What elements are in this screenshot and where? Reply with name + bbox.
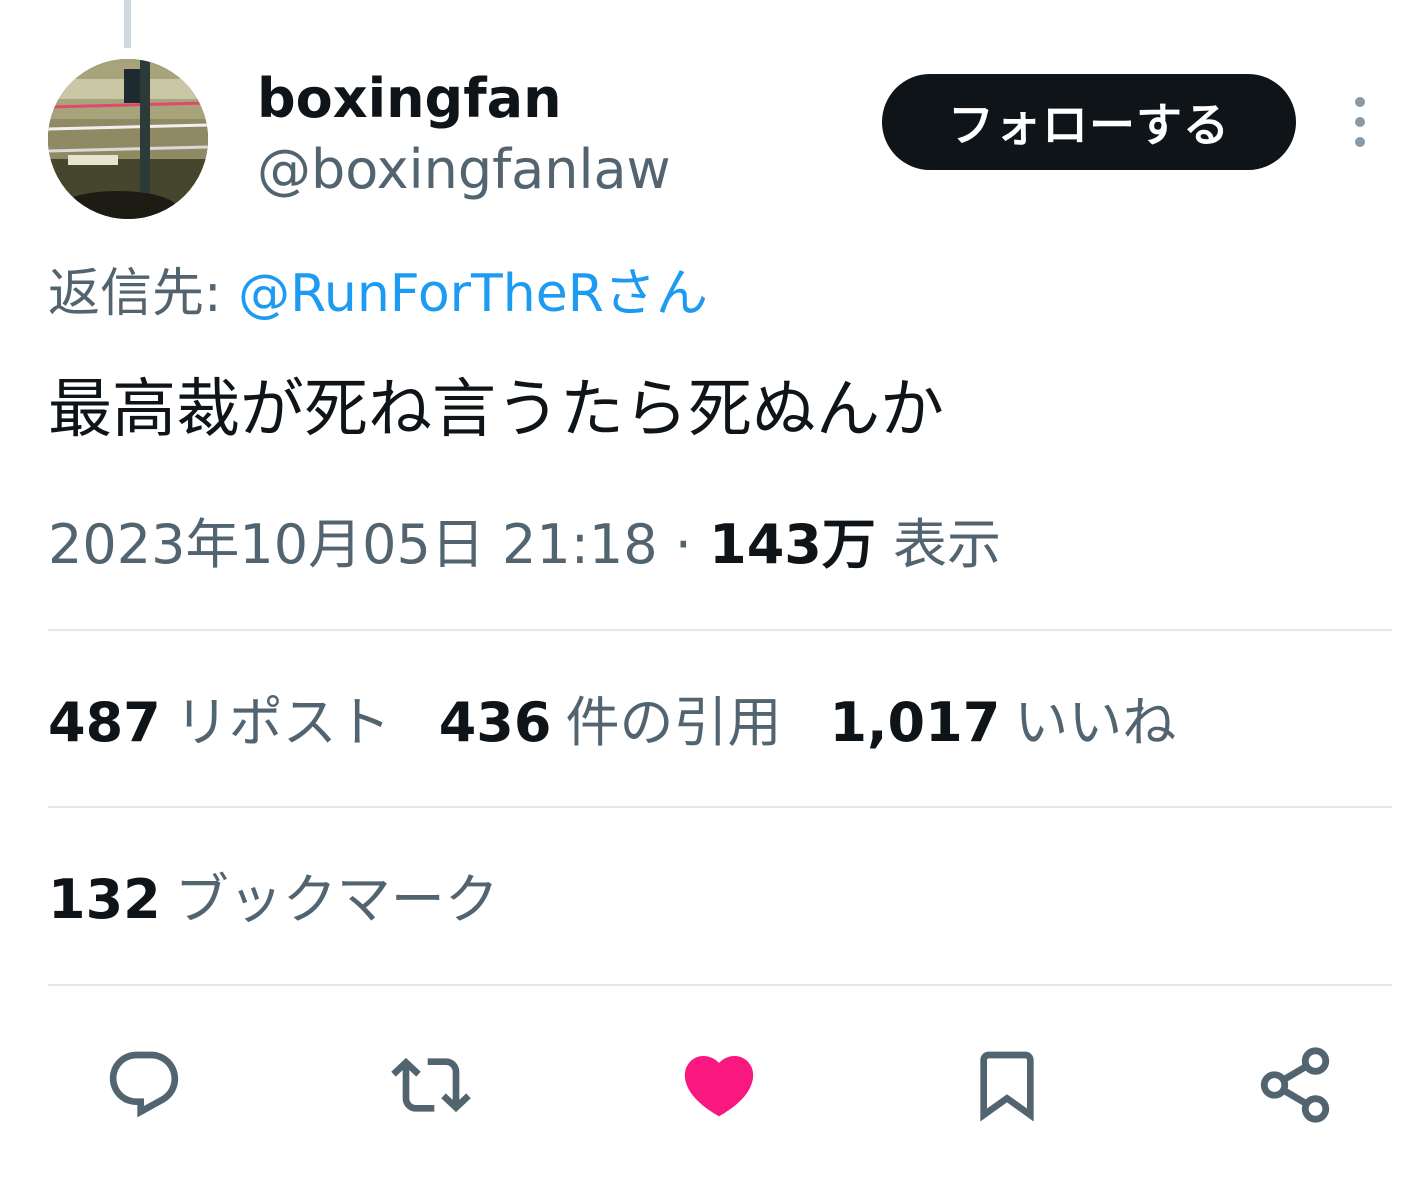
tweet-timestamp[interactable]: 2023年10月05日 21:18 bbox=[48, 513, 658, 576]
avatar[interactable] bbox=[48, 59, 208, 219]
views-label: 表示 bbox=[893, 513, 1002, 576]
reply-icon bbox=[109, 1051, 179, 1118]
quotes-stat[interactable]: 436 件の引用 bbox=[439, 690, 782, 756]
quotes-count: 436 bbox=[438, 691, 552, 754]
repost-button[interactable] bbox=[386, 1040, 476, 1130]
views-count: 143万 bbox=[709, 513, 876, 576]
share-icon bbox=[1260, 1047, 1330, 1123]
bookmark-icon bbox=[980, 1051, 1034, 1122]
more-vertical-icon[interactable] bbox=[1340, 96, 1380, 150]
bookmarks-label: ブックマーク bbox=[174, 868, 499, 931]
reply-button[interactable] bbox=[99, 1040, 189, 1130]
author-handle[interactable]: @boxingfanlaw bbox=[257, 138, 671, 202]
reposts-count: 487 bbox=[48, 691, 161, 754]
author-display-name[interactable]: boxingfan bbox=[257, 66, 562, 132]
engagement-stats: 487 リポスト 436 件の引用 1,017 いいね bbox=[48, 690, 1224, 756]
boxing-ring-avatar-icon bbox=[48, 59, 208, 219]
likes-stat[interactable]: 1,017 いいね bbox=[829, 690, 1176, 756]
follow-button[interactable]: フォローする bbox=[882, 74, 1296, 170]
likes-count: 1,017 bbox=[829, 691, 1001, 754]
likes-label: いいね bbox=[1014, 691, 1177, 754]
reply-to-line: 返信先: @RunForTheRさん bbox=[48, 262, 708, 326]
reply-to-mention-link[interactable]: @RunForTheRさん bbox=[238, 264, 708, 324]
repost-icon bbox=[391, 1057, 471, 1113]
like-icon bbox=[684, 1055, 754, 1117]
quotes-label: 件の引用 bbox=[565, 691, 782, 754]
bookmarks-count: 132 bbox=[48, 868, 161, 931]
divider bbox=[48, 629, 1392, 631]
bookmarks-stat[interactable]: 132 ブックマーク bbox=[48, 867, 499, 933]
divider bbox=[48, 984, 1392, 986]
bookmark-button[interactable] bbox=[962, 1040, 1052, 1130]
share-button[interactable] bbox=[1250, 1040, 1340, 1130]
meta-separator: · bbox=[657, 513, 710, 576]
reposts-stat[interactable]: 487 リポスト bbox=[48, 690, 391, 756]
thread-connector-line bbox=[124, 0, 131, 48]
tweet-text: 最高裁が死ね言うたら死ぬんか bbox=[48, 373, 944, 447]
reply-to-prefix: 返信先: bbox=[48, 264, 239, 324]
tweet-meta: 2023年10月05日 21:18 · 143万 表示 bbox=[48, 512, 1001, 578]
like-button[interactable] bbox=[674, 1040, 764, 1130]
divider bbox=[48, 806, 1392, 808]
reposts-label: リポスト bbox=[174, 691, 391, 754]
